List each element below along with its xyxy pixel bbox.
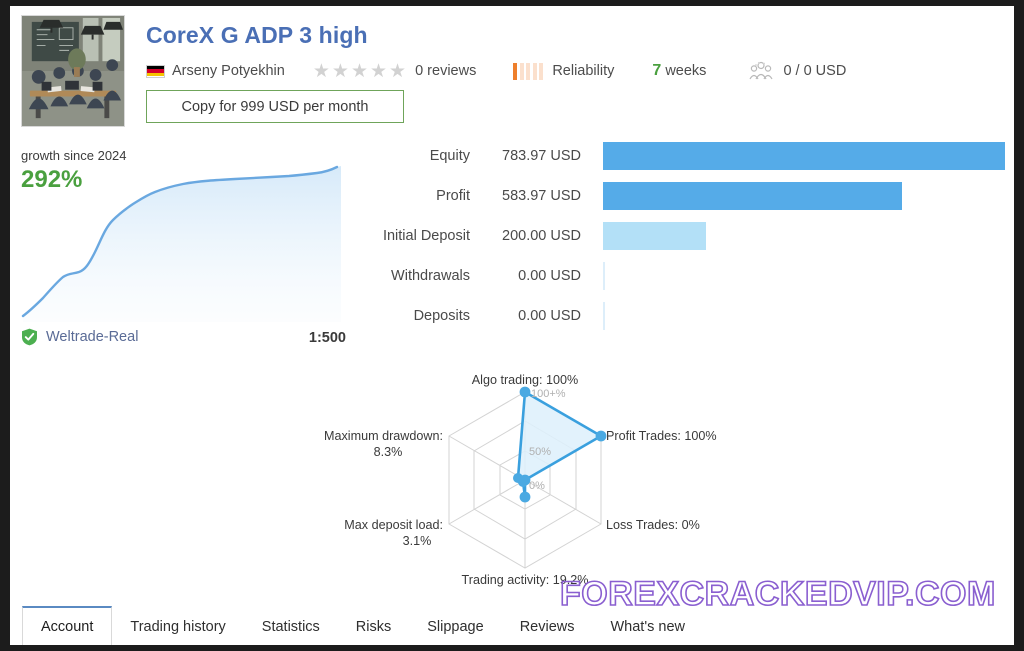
reliability-bars-icon [513, 62, 544, 80]
page-title: CoreX G ADP 3 high [146, 22, 368, 48]
stat-label: Deposits [413, 308, 470, 324]
broker-name: Weltrade-Real [46, 329, 139, 345]
tab-statistics[interactable]: Statistics [244, 608, 338, 645]
stat-label: Initial Deposit [382, 228, 470, 244]
stat-value: 0.00 USD [518, 308, 581, 324]
stat-bar-track [603, 296, 1005, 336]
stat-bar-track [603, 216, 1005, 256]
radar-axis-label-profit-trades: Profit Trades: 100% [606, 429, 717, 443]
table-row: Deposits 0.00 USD [350, 296, 1005, 336]
stat-bar-track [603, 176, 1005, 216]
signal-card: CoreX G ADP 3 high Arseny Potyekhin ★ ★ … [10, 6, 1014, 645]
rating-stars[interactable]: ★ ★ ★ ★ ★ [313, 62, 406, 81]
stat-bar [603, 262, 605, 290]
radar-point-algo-trading [519, 386, 531, 398]
growth-chart-block: growth since 2024 292% [21, 144, 346, 324]
radar-axis-value-max-deposit-load: 3.1% [403, 534, 432, 548]
star-icon: ★ [350, 60, 368, 82]
copy-subscription-button[interactable]: Copy for 999 USD per month [146, 90, 404, 123]
table-row: Initial Deposit 200.00 USD [350, 216, 1005, 256]
stat-label: Equity [429, 148, 470, 164]
radar-ring-label-100: 100+% [531, 388, 566, 400]
card-header: CoreX G ADP 3 high Arseny Potyekhin ★ ★ … [10, 6, 1014, 130]
tab-trading-history[interactable]: Trading history [112, 608, 243, 645]
stat-bar [603, 222, 706, 250]
office-meeting-photo [22, 16, 124, 126]
header-meta-row: Arseny Potyekhin ★ ★ ★ ★ ★ 0 reviews Rel… [146, 60, 846, 82]
growth-sparkline [21, 165, 341, 322]
table-row: Withdrawals 0.00 USD [350, 256, 1005, 296]
stat-bar-track [603, 136, 1005, 176]
people-icon [749, 61, 773, 80]
author-name[interactable]: Arseny Potyekhin [172, 63, 285, 79]
germany-flag-icon [146, 64, 165, 78]
stat-bar-track [603, 256, 1005, 296]
stat-bar [603, 142, 1005, 170]
star-icon: ★ [331, 60, 349, 82]
stat-value: 783.97 USD [502, 148, 581, 164]
account-stats-list: Equity 783.97 USD Profit 583.97 USD Init… [350, 136, 1005, 336]
radar-chart-block: 100+% 50% 0% Algo trading: 100% Profit T… [305, 372, 745, 597]
radar-axis-label-loss-trades: Loss Trades: 0% [606, 518, 700, 532]
stat-bar [603, 182, 903, 210]
table-row: Equity 783.97 USD [350, 136, 1005, 176]
tab-whats-new[interactable]: What's new [592, 608, 703, 645]
tab-slippage[interactable]: Slippage [409, 608, 501, 645]
broker-badge[interactable]: Weltrade-Real [21, 328, 138, 346]
reliability-label: Reliability [552, 63, 615, 79]
radar-axis-label-max-deposit-load: Max deposit load: [344, 518, 443, 532]
risk-radar-chart: 100+% 50% 0% Algo trading: 100% Profit T… [324, 373, 717, 587]
stat-value: 583.97 USD [502, 188, 581, 204]
subscribers-indicator: 0 / 0 USD [748, 61, 846, 81]
radar-point-maximum-drawdown [513, 473, 523, 483]
reviews-count[interactable]: 0 reviews [415, 63, 476, 79]
stat-value: 200.00 USD [502, 228, 581, 244]
tab-reviews[interactable]: Reviews [502, 608, 593, 645]
stat-label: Profit [436, 188, 470, 204]
verified-shield-icon [22, 328, 37, 346]
radar-axis-label-algo-trading: Algo trading: 100% [472, 373, 578, 387]
star-icon: ★ [389, 60, 407, 82]
leverage-value: 1:500 [308, 330, 346, 346]
tab-account[interactable]: Account [22, 606, 113, 645]
tab-risks[interactable]: Risks [338, 608, 409, 645]
subscribers-value: 0 / 0 USD [783, 63, 847, 79]
tab-bar: Account Trading history Statistics Risks… [10, 605, 1014, 645]
star-icon: ★ [369, 60, 388, 82]
stat-value: 0.00 USD [518, 268, 581, 284]
radar-point-profit-trades [595, 430, 607, 442]
account-broker-row: Weltrade-Real 1:500 [21, 328, 346, 352]
radar-ring-label-50: 50% [529, 446, 551, 458]
table-row: Profit 583.97 USD [350, 176, 1005, 216]
radar-axis-value-maximum-drawdown: 8.3% [374, 445, 403, 459]
growth-area-fill [23, 166, 341, 322]
account-age-unit: weeks [665, 63, 707, 79]
stat-label: Withdrawals [391, 268, 470, 284]
account-age: 7 weeks [652, 62, 706, 80]
account-age-number: 7 [652, 62, 662, 79]
growth-label: growth since 2024 [21, 148, 127, 163]
radar-ring-label-0: 0% [529, 480, 545, 492]
account-thumbnail[interactable] [21, 15, 125, 127]
star-icon: ★ [312, 60, 330, 82]
stat-bar [603, 302, 605, 330]
radar-axis-label-maximum-drawdown: Maximum drawdown: [324, 429, 443, 443]
reliability-indicator: Reliability [513, 62, 615, 80]
screenshot-root: CoreX G ADP 3 high Arseny Potyekhin ★ ★ … [0, 0, 1024, 651]
radar-point-trading-activity [519, 491, 531, 503]
